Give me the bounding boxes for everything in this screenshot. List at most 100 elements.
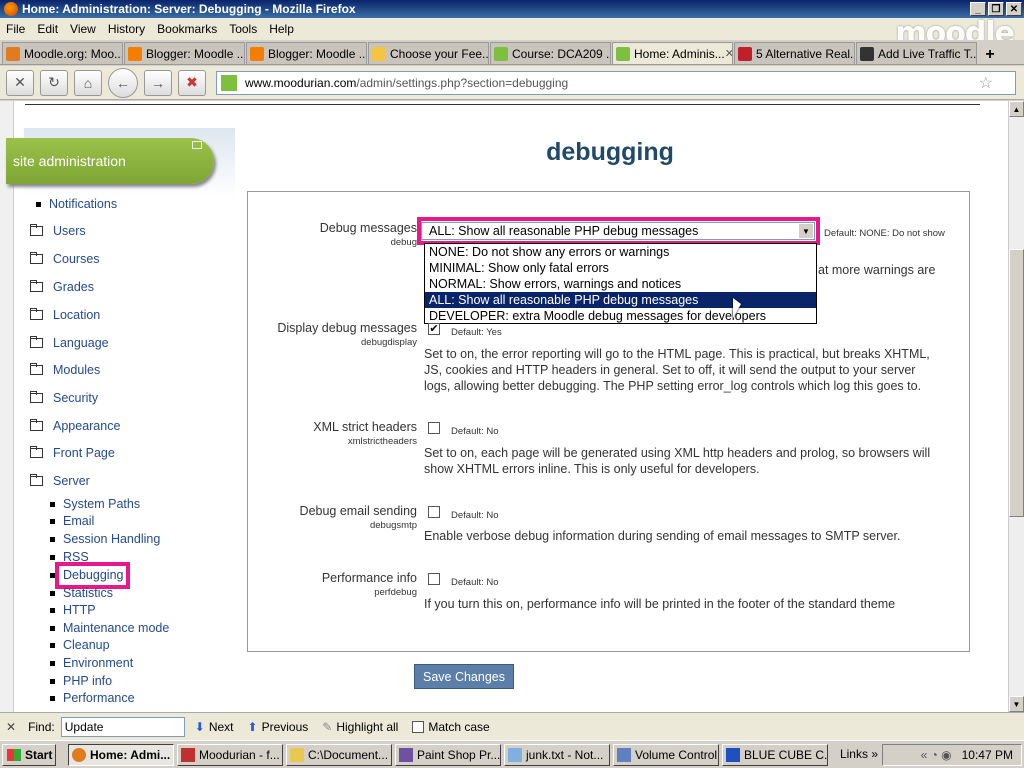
taskbar-item-bluecube[interactable]: BLUE CUBE C...: [722, 743, 828, 766]
firefox-icon: [72, 747, 86, 762]
tab-bar: Moodle.org: Moo... Blogger: Moodle ... B…: [0, 40, 1024, 65]
option-developer[interactable]: DEVELOPER: extra Moodle debug messages f…: [425, 308, 816, 324]
menu-history[interactable]: History: [102, 22, 151, 36]
links-toolbar[interactable]: Links »: [840, 747, 878, 761]
moodle-favicon-icon: [616, 46, 630, 61]
tab-blogger-2[interactable]: Blogger: Moodle ...: [246, 42, 367, 64]
taskbar-item-firefox[interactable]: Home: Admi...: [68, 743, 174, 766]
sidebar-item-environment[interactable]: Environment: [50, 656, 133, 670]
tab-home-admin[interactable]: Home: Adminis... ✕: [612, 42, 733, 64]
tab-moodle-org[interactable]: Moodle.org: Moo...: [2, 42, 123, 64]
sidebar-item-http[interactable]: HTTP: [50, 603, 96, 617]
bullet-icon: [36, 201, 41, 207]
scroll-up-icon[interactable]: ▲: [1009, 101, 1024, 117]
taskbar-item-documents[interactable]: C:\Document...: [286, 743, 392, 766]
debugging-highlight: [55, 562, 130, 589]
highlight-all-button[interactable]: ✎ Highlight all: [322, 720, 398, 734]
scroll-down-icon[interactable]: ▼: [1009, 696, 1024, 712]
taskbar-item-volume[interactable]: Volume Control: [613, 743, 719, 766]
sidebar-item-courses[interactable]: Courses: [30, 252, 100, 266]
url-bar[interactable]: www.moodurian.com/admin/settings.php?sec…: [216, 71, 1016, 95]
menu-tools[interactable]: Tools: [223, 22, 263, 36]
sidebar-item-users[interactable]: Users: [30, 224, 86, 238]
url-path: /admin/settings.php?section=debugging: [356, 76, 569, 90]
start-button[interactable]: Start: [2, 743, 56, 766]
menu-help[interactable]: Help: [263, 22, 300, 36]
stop-button[interactable]: ✕: [6, 69, 34, 96]
sidebar-item-email[interactable]: Email: [50, 514, 94, 528]
tab-course[interactable]: Course: DCA209 ...: [490, 42, 611, 64]
taskbar-item-notepad[interactable]: junk.txt - Not...: [504, 743, 610, 766]
reload-button[interactable]: ↻: [40, 69, 68, 96]
xmlstrictheaders-checkbox[interactable]: [428, 422, 440, 434]
tab-blogger-1[interactable]: Blogger: Moodle ...: [124, 42, 245, 64]
tm-favicon-icon: [860, 46, 874, 61]
tab-choose-feed[interactable]: Choose your Fee...: [368, 42, 489, 64]
bookmark-star-icon[interactable]: ☆: [979, 73, 993, 93]
sidebar-item-performance[interactable]: Performance: [50, 691, 135, 705]
find-next-button[interactable]: ⬇ Next: [195, 720, 234, 734]
tab-close-icon[interactable]: ✕: [725, 47, 732, 60]
system-tray: « ◔ ◉ 10:47 PM: [882, 744, 1022, 766]
back-button[interactable]: ←: [108, 67, 138, 98]
sidebar-item-security[interactable]: Security: [30, 391, 98, 405]
clock[interactable]: 10:47 PM: [962, 748, 1013, 762]
scrollbar-thumb[interactable]: [1009, 249, 1024, 517]
save-changes-button[interactable]: Save Changes: [414, 664, 514, 689]
debugdisplay-checkbox[interactable]: ✔: [428, 323, 440, 335]
find-input[interactable]: [60, 716, 185, 737]
volume-icon: [617, 747, 631, 762]
sidebar-item-session-handling[interactable]: Session Handling: [50, 532, 160, 546]
arrow-up-icon: ⬆: [247, 719, 258, 734]
debug-key: debug: [390, 237, 417, 248]
new-tab-button[interactable]: +: [978, 46, 1002, 64]
sidebar-item-location[interactable]: Location: [30, 308, 100, 322]
option-all[interactable]: ALL: Show all reasonable PHP debug messa…: [425, 292, 816, 308]
home-button[interactable]: ⌂: [74, 69, 102, 96]
sidebar-item-maintenance-mode[interactable]: Maintenance mode: [50, 621, 169, 635]
sidebar-item-notifications[interactable]: Notifications: [36, 197, 117, 211]
match-case-checkbox[interactable]: Match case: [412, 720, 490, 734]
sidebar-item-server[interactable]: Server: [30, 474, 90, 488]
menu-file[interactable]: File: [0, 22, 31, 36]
sidebar-item-language[interactable]: Language: [30, 336, 109, 350]
close-button[interactable]: ✕: [1006, 2, 1022, 16]
maximize-button[interactable]: ❐: [988, 2, 1004, 16]
folder-icon: [30, 419, 43, 431]
find-previous-button[interactable]: ⬆ Previous: [248, 720, 309, 734]
debugdisplay-desc: Set to on, the error reporting will go t…: [424, 347, 930, 393]
debug-options-list[interactable]: NONE: Do not show any errors or warnings…: [424, 243, 817, 324]
sidebar-item-modules[interactable]: Modules: [30, 363, 100, 377]
option-normal[interactable]: NORMAL: Show errors, warnings and notice…: [425, 276, 816, 292]
menu-bookmarks[interactable]: Bookmarks: [151, 22, 223, 36]
sidebar-item-appearance[interactable]: Appearance: [30, 419, 120, 433]
sidebar-item-system-paths[interactable]: System Paths: [50, 497, 140, 511]
sidebar-item-cleanup[interactable]: Cleanup: [50, 638, 110, 652]
menu-view[interactable]: View: [64, 22, 102, 36]
vertical-scrollbar[interactable]: ▲ ▼: [1008, 101, 1024, 712]
tab-alternative[interactable]: 5 Alternative Real...: [734, 42, 855, 64]
block-minimize-icon[interactable]: [192, 141, 202, 149]
sidebar-item-grades[interactable]: Grades: [30, 280, 94, 294]
option-minimal[interactable]: MINIMAL: Show only fatal errors: [425, 260, 816, 276]
site-identity-icon[interactable]: [221, 75, 237, 91]
taskbar-item-moodurian[interactable]: Moodurian - f...: [177, 743, 283, 766]
windows-taskbar: Start Home: Admi... Moodurian - f... C:\…: [0, 740, 1024, 768]
taskbar-item-paintshop[interactable]: Paint Shop Pr...: [395, 743, 501, 766]
minimize-button[interactable]: _: [970, 2, 986, 16]
sidebar-item-front-page[interactable]: Front Page: [30, 446, 115, 460]
tray-icons[interactable]: « ◔ ◉: [921, 748, 952, 762]
close-find-icon[interactable]: ✕: [6, 720, 16, 734]
sidebar-item-statistics[interactable]: Statistics: [50, 586, 113, 600]
firefox-icon: [4, 2, 18, 16]
debugsmtp-label: Debug email sending: [299, 504, 417, 518]
bullet-icon: [50, 660, 55, 666]
forward-button[interactable]: →: [144, 69, 172, 96]
debugsmtp-checkbox[interactable]: [428, 506, 440, 518]
tab-live-traffic[interactable]: Add Live Traffic T...: [856, 42, 977, 64]
no-script-icon[interactable]: ✖: [178, 69, 206, 96]
option-none[interactable]: NONE: Do not show any errors or warnings: [425, 244, 816, 260]
perfdebug-checkbox[interactable]: [428, 573, 440, 585]
menu-edit[interactable]: Edit: [31, 22, 64, 36]
sidebar-item-php-info[interactable]: PHP info: [50, 674, 112, 688]
